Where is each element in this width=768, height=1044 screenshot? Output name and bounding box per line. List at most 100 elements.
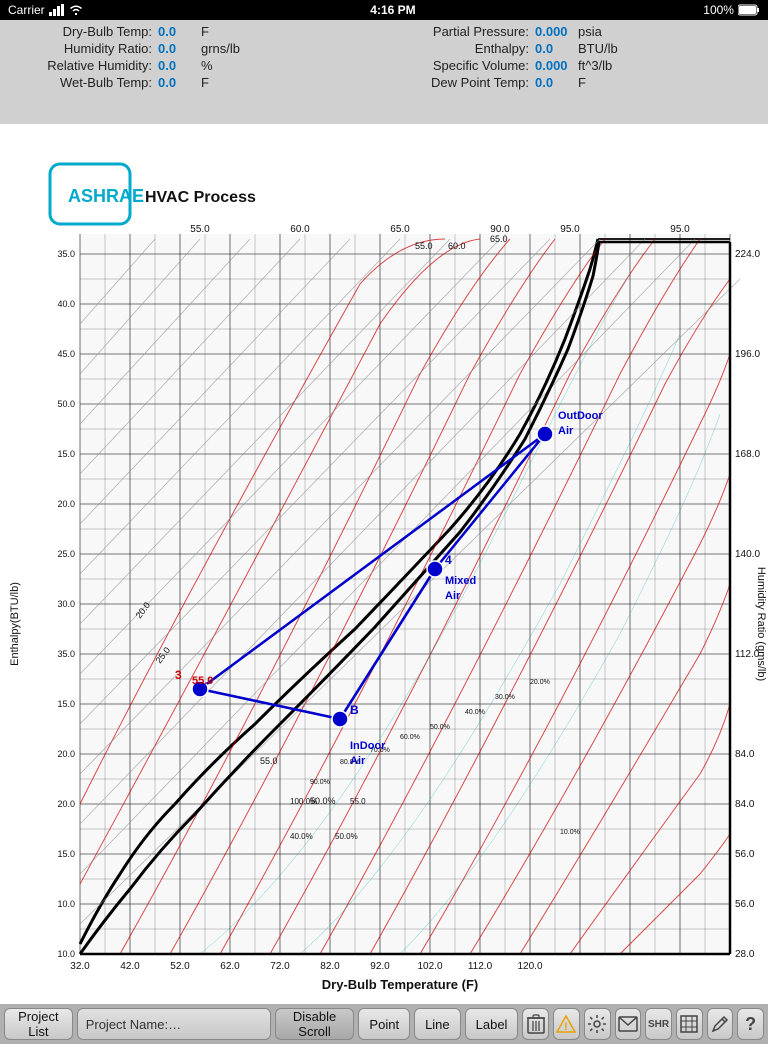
svg-text:55.0: 55.0 xyxy=(260,756,278,766)
svg-text:84.0: 84.0 xyxy=(735,799,755,810)
svg-text:55.0: 55.0 xyxy=(415,241,433,251)
carrier-text: Carrier xyxy=(8,3,45,17)
label-button[interactable]: Label xyxy=(465,1008,519,1040)
svg-text:120.0: 120.0 xyxy=(517,961,542,972)
chart-area[interactable]: ASHRAE HVAC Process Enthalpy(BTU/lb) Hum… xyxy=(0,124,768,1004)
point-1[interactable] xyxy=(537,426,553,442)
svg-text:50.0%: 50.0% xyxy=(430,724,450,731)
svg-text:56.0: 56.0 xyxy=(735,849,755,860)
wet-bulb-value: 0.0 xyxy=(158,75,198,90)
svg-text:20.0%: 20.0% xyxy=(530,679,550,686)
svg-text:55.0: 55.0 xyxy=(350,797,366,806)
project-list-button[interactable]: Project List xyxy=(4,1008,73,1040)
time-display: 4:16 PM xyxy=(370,3,415,17)
svg-text:20.0: 20.0 xyxy=(57,799,75,809)
battery-info: 100% xyxy=(703,3,760,17)
battery-text: 100% xyxy=(703,3,734,17)
line-button[interactable]: Line xyxy=(414,1008,461,1040)
svg-text:HVAC Process: HVAC Process xyxy=(145,189,256,206)
partial-pressure-label: Partial Pressure: xyxy=(385,24,535,39)
svg-text:60.0: 60.0 xyxy=(290,224,310,235)
svg-text:35.0: 35.0 xyxy=(57,249,75,259)
specific-volume-value: 0.000 xyxy=(535,58,575,73)
specific-volume-row: Specific Volume: 0.000 ft^3/lb xyxy=(385,58,760,73)
dew-point-label: Dew Point Temp: xyxy=(385,75,535,90)
svg-text:42.0: 42.0 xyxy=(120,961,140,972)
partial-pressure-unit: psia xyxy=(578,24,602,39)
signal-icon xyxy=(49,4,65,16)
svg-text:10.0%: 10.0% xyxy=(560,829,580,836)
shr-icon-button[interactable]: SHR xyxy=(645,1008,672,1040)
svg-text:65.0: 65.0 xyxy=(390,224,410,235)
svg-text:40.0%: 40.0% xyxy=(465,709,485,716)
svg-text:55.0: 55.0 xyxy=(190,224,210,235)
warning-icon: ! xyxy=(556,1015,576,1033)
warning-icon-button[interactable]: ! xyxy=(553,1008,580,1040)
svg-text:62.0: 62.0 xyxy=(220,961,240,972)
mail-icon-button[interactable] xyxy=(615,1008,642,1040)
carrier-info: Carrier xyxy=(8,3,83,17)
humidity-ratio-label: Humidity Ratio: xyxy=(8,41,158,56)
svg-text:32.0: 32.0 xyxy=(70,961,90,972)
enthalpy-row: Enthalpy: 0.0 BTU/lb xyxy=(385,41,760,56)
svg-text:30.0: 30.0 xyxy=(57,599,75,609)
svg-text:140.0: 140.0 xyxy=(735,549,760,560)
svg-text:224.0: 224.0 xyxy=(735,249,760,260)
help-icon-button[interactable]: ? xyxy=(737,1008,764,1040)
trash-icon-button[interactable] xyxy=(522,1008,549,1040)
svg-text:3: 3 xyxy=(175,668,182,682)
grid-icon xyxy=(680,1015,698,1033)
humidity-ratio-row: Humidity Ratio: 0.0 grns/lb xyxy=(8,41,383,56)
svg-text:Air: Air xyxy=(445,590,461,602)
svg-text:84.0: 84.0 xyxy=(735,749,755,760)
enthalpy-unit: BTU/lb xyxy=(578,41,618,56)
status-bar: Carrier 4:16 PM 100% xyxy=(0,0,768,20)
pencil-icon-button[interactable] xyxy=(707,1008,734,1040)
wifi-icon xyxy=(69,4,83,16)
svg-text:15.0: 15.0 xyxy=(57,699,75,709)
svg-text:72.0: 72.0 xyxy=(270,961,290,972)
svg-text:55.0: 55.0 xyxy=(192,675,213,687)
svg-text:95.0: 95.0 xyxy=(560,224,580,235)
project-name-input[interactable] xyxy=(77,1008,271,1040)
pencil-icon xyxy=(710,1014,730,1034)
dew-point-unit: F xyxy=(578,75,586,90)
svg-text:82.0: 82.0 xyxy=(320,961,340,972)
svg-text:28.0: 28.0 xyxy=(735,949,755,960)
battery-icon xyxy=(738,4,760,16)
info-col-left: Dry-Bulb Temp: 0.0 F Humidity Ratio: 0.0… xyxy=(8,24,383,120)
point-2[interactable] xyxy=(332,711,348,727)
shr-label: SHR xyxy=(648,1019,669,1030)
specific-volume-unit: ft^3/lb xyxy=(578,58,612,73)
relative-humidity-value: 0.0 xyxy=(158,58,198,73)
svg-text:Mixed: Mixed xyxy=(445,575,476,587)
svg-text:OutDoor: OutDoor xyxy=(558,410,603,422)
svg-text:52.0: 52.0 xyxy=(170,961,190,972)
svg-text:102.0: 102.0 xyxy=(417,961,442,972)
svg-text:92.0: 92.0 xyxy=(370,961,390,972)
psychrometric-chart[interactable]: ASHRAE HVAC Process Enthalpy(BTU/lb) Hum… xyxy=(0,124,768,1004)
svg-text:50.0: 50.0 xyxy=(57,399,75,409)
specific-volume-label: Specific Volume: xyxy=(385,58,535,73)
point-button[interactable]: Point xyxy=(358,1008,410,1040)
point-4[interactable] xyxy=(427,561,443,577)
info-panel: Dry-Bulb Temp: 0.0 F Humidity Ratio: 0.0… xyxy=(0,20,768,124)
svg-text:10.0: 10.0 xyxy=(57,899,75,909)
svg-text:InDoor: InDoor xyxy=(350,740,386,752)
dew-point-row: Dew Point Temp: 0.0 F xyxy=(385,75,760,90)
svg-text:60.0: 60.0 xyxy=(448,241,466,251)
svg-text:20.0: 20.0 xyxy=(57,499,75,509)
svg-text:50.0%: 50.0% xyxy=(310,796,336,806)
gear-icon-button[interactable] xyxy=(584,1008,611,1040)
disable-scroll-button[interactable]: Disable Scroll xyxy=(275,1008,355,1040)
toolbar: Project List Disable Scroll Point Line L… xyxy=(0,1004,768,1044)
svg-text:50.0%: 50.0% xyxy=(335,832,358,841)
svg-text:40.0: 40.0 xyxy=(57,299,75,309)
enthalpy-label: Enthalpy: xyxy=(385,41,535,56)
svg-text:56.0: 56.0 xyxy=(735,899,755,910)
grid-icon-button[interactable] xyxy=(676,1008,703,1040)
svg-text:35.0: 35.0 xyxy=(57,649,75,659)
svg-text:Air: Air xyxy=(558,425,574,437)
svg-text:112.0: 112.0 xyxy=(735,649,760,660)
dew-point-value: 0.0 xyxy=(535,75,575,90)
